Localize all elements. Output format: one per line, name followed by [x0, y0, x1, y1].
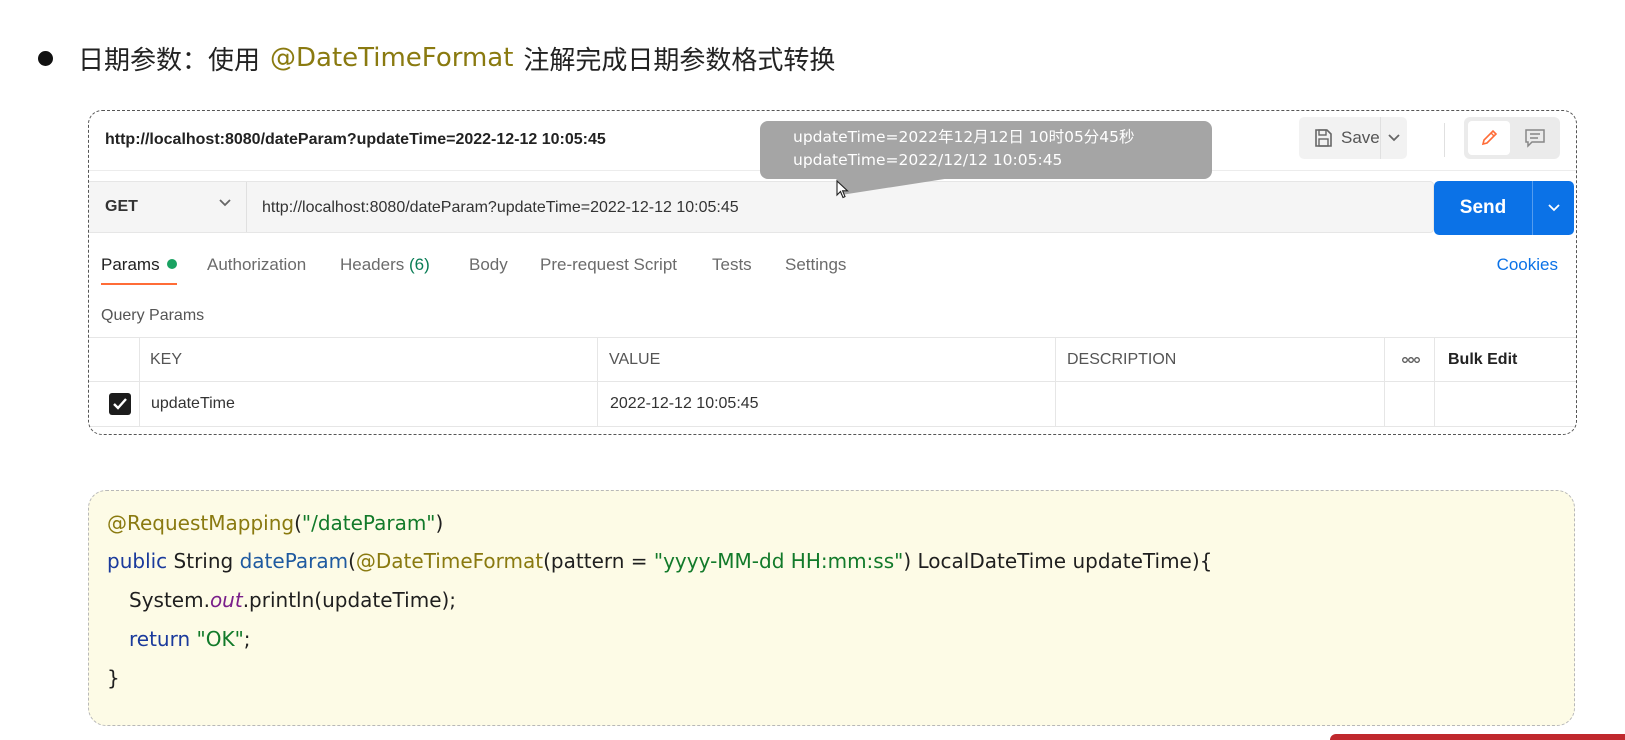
request-title-url[interactable]: http://localhost:8080/dateParam?updateTi… [105, 131, 606, 149]
param-key-cell[interactable]: updateTime [151, 395, 235, 413]
tab-body[interactable]: Body [469, 255, 508, 275]
code-line-2: public String dateParam(@DateTimeFormat(… [107, 549, 1213, 573]
bulk-edit-button[interactable]: Bulk Edit [1448, 351, 1517, 369]
url-input[interactable]: http://localhost:8080/dateParam?updateTi… [262, 199, 739, 217]
mouse-cursor-icon [836, 180, 849, 199]
tooltip-line-2: updateTime=2022/12/12 10:05:45 [793, 151, 1063, 169]
tab-params-label: Params [101, 255, 160, 274]
toolbar-divider [1444, 123, 1445, 157]
table-header-row: KEY VALUE DESCRIPTION Bulk Edit [89, 337, 1576, 382]
chevron-down-icon [219, 199, 231, 207]
heading-prefix: 日期参数：使用 [78, 45, 261, 76]
tab-params[interactable]: Params [101, 255, 177, 275]
heading-annotation: @DateTimeFormat [270, 43, 514, 73]
slide-heading: 日期参数：使用 @DateTimeFormat 注解完成日期参数格式转换 [38, 38, 835, 78]
column-header-description: DESCRIPTION [1067, 351, 1177, 368]
save-icon [1315, 129, 1332, 147]
tab-headers-label: Headers [340, 255, 405, 274]
view-toggle-group [1464, 117, 1560, 159]
cookies-link[interactable]: Cookies [1497, 255, 1558, 275]
bullet-dot [38, 50, 53, 66]
decorative-red-stripe [1330, 734, 1625, 740]
column-divider [597, 337, 598, 427]
method-select[interactable]: GET [89, 182, 247, 232]
chevron-down-icon [1547, 204, 1560, 212]
column-divider [139, 337, 140, 427]
active-dot-icon [166, 259, 177, 269]
request-url-bar: GET http://localhost:8080/dateParam?upda… [89, 181, 1434, 233]
request-tabs: Params Authorization Headers (6) Body Pr… [89, 239, 1576, 289]
save-button[interactable]: Save [1299, 117, 1381, 159]
tab-headers[interactable]: Headers (6) [340, 255, 430, 275]
format-hint-tooltip: updateTime=2022年12月12日 10时05分45秒 updateT… [760, 121, 1212, 179]
method-label: GET [105, 198, 138, 215]
tab-pre-request-script[interactable]: Pre-request Script [540, 255, 677, 275]
active-tab-indicator [101, 283, 177, 285]
comment-icon [1525, 129, 1545, 148]
chevron-down-icon [1388, 134, 1400, 142]
code-snippet: @RequestMapping("/dateParam") public Str… [88, 490, 1575, 726]
code-line-1: @RequestMapping("/dateParam") [107, 511, 444, 535]
headers-count-badge: (6) [409, 255, 430, 274]
send-button-group: Send [1434, 181, 1574, 235]
tab-tests[interactable]: Tests [712, 255, 752, 275]
tooltip-line-1: updateTime=2022年12月12日 10时05分45秒 [793, 128, 1135, 146]
code-line-3: System.out.println(updateTime); [129, 588, 457, 612]
send-dropdown-button[interactable] [1532, 181, 1574, 235]
heading-suffix: 注解完成日期参数格式转换 [523, 45, 836, 76]
row-enabled-checkbox[interactable] [109, 393, 131, 415]
table-row: updateTime 2022-12-12 10:05:45 [89, 382, 1576, 427]
column-divider [1384, 337, 1385, 427]
tooltip-tail [836, 178, 951, 195]
column-header-value: VALUE [609, 351, 661, 368]
code-line-5: } [107, 666, 120, 690]
tab-authorization[interactable]: Authorization [207, 255, 306, 275]
column-divider [1055, 337, 1056, 427]
send-button[interactable]: Send [1434, 181, 1532, 235]
query-params-table: KEY VALUE DESCRIPTION Bulk Edit updateTi… [89, 337, 1576, 434]
more-options-icon[interactable] [1401, 352, 1421, 368]
pencil-icon [1481, 129, 1498, 146]
save-label: Save [1341, 128, 1380, 147]
comments-toggle-button[interactable] [1514, 121, 1556, 155]
save-dropdown-button[interactable] [1381, 133, 1407, 143]
code-line-4: return "OK"; [129, 627, 251, 651]
checkmark-icon [113, 398, 127, 410]
query-params-label: Query Params [101, 307, 205, 324]
param-value-cell[interactable]: 2022-12-12 10:05:45 [610, 395, 759, 413]
column-divider [1434, 337, 1435, 427]
save-button-group: Save [1299, 117, 1407, 159]
column-header-key: KEY [150, 351, 183, 368]
edit-toggle-button[interactable] [1468, 121, 1510, 155]
tab-settings[interactable]: Settings [785, 255, 846, 275]
